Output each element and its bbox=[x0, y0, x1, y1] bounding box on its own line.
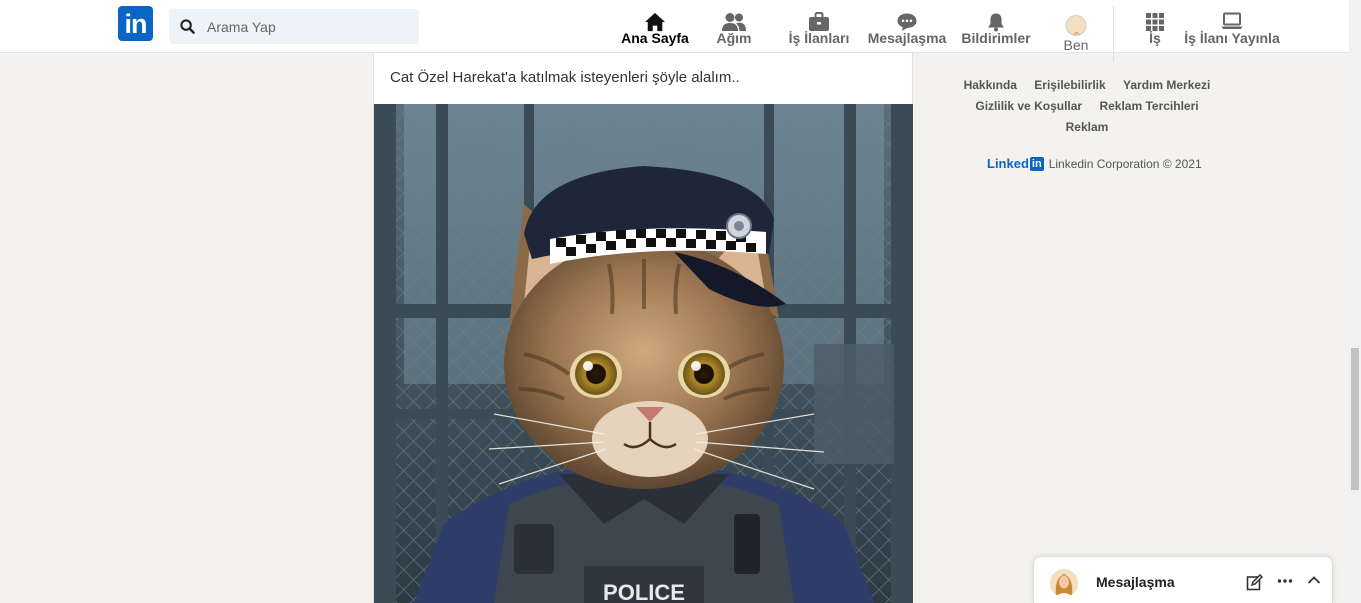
network-icon bbox=[722, 13, 746, 31]
nav-jobs[interactable]: İş İlanları bbox=[786, 0, 852, 53]
nav-messaging[interactable]: Mesajlaşma bbox=[868, 0, 946, 53]
footer-brand: Linked in Linkedin Corporation © 2021 bbox=[987, 156, 1202, 171]
nav-work-label: İş bbox=[1149, 30, 1161, 46]
feed-post: Cat Özel Harekat'a katılmak isteyenleri … bbox=[373, 53, 913, 603]
post-text: Cat Özel Harekat'a katılmak isteyenleri … bbox=[390, 69, 740, 86]
nav-divider bbox=[1113, 6, 1114, 62]
footer-link-help-center[interactable]: Yardım Merkezi bbox=[1123, 78, 1210, 92]
police-badge-text: POLICE bbox=[603, 580, 685, 603]
linkedin-logo[interactable]: in bbox=[118, 6, 153, 41]
nav-me[interactable]: Ben bbox=[1056, 0, 1096, 53]
footer-copyright: Linkedin Corporation © 2021 bbox=[1048, 156, 1202, 171]
nav-jobs-label: İş İlanları bbox=[788, 30, 850, 46]
chat-icon bbox=[897, 13, 917, 31]
nav-home[interactable]: Ana Sayfa bbox=[620, 0, 690, 53]
search-input[interactable]: Arama Yap bbox=[207, 19, 276, 35]
linkedin-wordmark-in: in bbox=[1029, 156, 1044, 171]
chevron-up-icon[interactable] bbox=[1307, 575, 1321, 585]
nav-home-label: Ana Sayfa bbox=[621, 30, 689, 46]
grid-icon bbox=[1146, 13, 1164, 31]
nav-network[interactable]: Ağım bbox=[709, 0, 759, 53]
footer-link-about[interactable]: Hakkında bbox=[964, 78, 1017, 92]
search-box[interactable]: Arama Yap bbox=[169, 9, 419, 44]
nav-post-job-label: İş İlanı Yayınla bbox=[1184, 30, 1280, 46]
briefcase-icon bbox=[809, 12, 829, 31]
scrollbar-thumb[interactable] bbox=[1351, 348, 1359, 490]
footer-link-accessibility[interactable]: Erişilebilirlik bbox=[1034, 78, 1105, 92]
post-image-cat-police[interactable]: POLICE bbox=[374, 104, 913, 603]
footer-link-privacy-terms[interactable]: Gizlilik ve Koşullar bbox=[975, 99, 1082, 113]
footer-links: Hakkında Erişilebilirlik Yardım Merkezi … bbox=[948, 75, 1226, 138]
page-scrollbar[interactable] bbox=[1349, 0, 1361, 603]
nav-notifications[interactable]: Bildirimler bbox=[960, 0, 1032, 53]
avatar bbox=[1065, 15, 1087, 36]
footer-link-ad-choices[interactable]: Reklam Tercihleri bbox=[1099, 99, 1198, 113]
nav-messaging-label: Mesajlaşma bbox=[867, 30, 947, 46]
messaging-dock[interactable]: Mesajlaşma bbox=[1033, 556, 1333, 603]
laptop-icon bbox=[1221, 12, 1243, 29]
linkedin-wordmark: Linked bbox=[987, 156, 1029, 171]
search-icon bbox=[180, 19, 195, 34]
nav-work[interactable]: İş bbox=[1140, 0, 1170, 53]
home-icon bbox=[645, 12, 665, 32]
bell-icon bbox=[988, 13, 1004, 32]
footer-link-advertising[interactable]: Reklam bbox=[1066, 120, 1109, 134]
messaging-title[interactable]: Mesajlaşma bbox=[1096, 574, 1175, 590]
top-navbar: in Arama Yap Ana Sayfa Ağım İş İlanları bbox=[0, 0, 1349, 62]
messaging-avatar bbox=[1050, 569, 1078, 597]
nav-network-label: Ağım bbox=[716, 30, 752, 46]
nav-notifications-label: Bildirimler bbox=[961, 30, 1031, 46]
compose-icon[interactable] bbox=[1246, 574, 1263, 591]
nav-post-job[interactable]: İş İlanı Yayınla bbox=[1184, 0, 1280, 53]
nav-me-label: Ben bbox=[1063, 37, 1089, 53]
more-options-icon[interactable] bbox=[1277, 576, 1293, 586]
